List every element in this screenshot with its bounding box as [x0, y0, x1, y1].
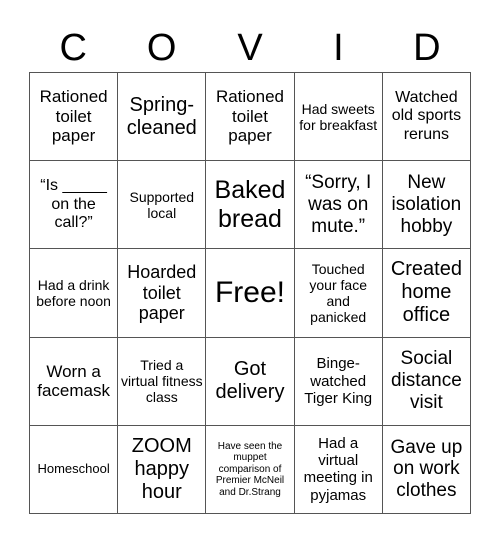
bingo-cell-text: Rationed toilet paper [39, 87, 108, 146]
bingo-cell[interactable]: Watched old sports reruns [382, 73, 471, 162]
bingo-cell-text: Homeschool [37, 460, 110, 476]
bingo-cell-text: Created home office [390, 258, 462, 327]
header-letter-i: I [333, 27, 344, 69]
bingo-cell[interactable]: Tried a virtual fitness class [118, 337, 207, 426]
bingo-cell[interactable]: “Sorry, I was on mute.” [294, 161, 383, 250]
bingo-cell[interactable]: Have seen the muppet comparison of Premi… [206, 425, 295, 514]
bingo-cell-text: Worn a facemask [37, 361, 110, 401]
bingo-cell-text: Free! [214, 275, 285, 309]
bingo-cell-text: Watched old sports reruns [391, 89, 462, 143]
bingo-cell[interactable]: Social distance visit [382, 337, 471, 426]
bingo-cell[interactable]: Created home office [382, 249, 471, 338]
bingo-cell-text: “Is _____ on the call?” [40, 177, 107, 231]
bingo-cell[interactable]: Rationed toilet paper [30, 73, 119, 162]
header-letter-v: V [237, 27, 263, 69]
bingo-grid: Rationed toilet paper Spring- cleaned Rati… [29, 72, 471, 514]
bingo-cell-text: Hoarded toilet paper [127, 261, 197, 324]
bingo-cell[interactable]: Binge- watched Tiger King [294, 337, 383, 426]
bingo-cell[interactable]: Spring- cleaned [118, 73, 207, 162]
bingo-cell-text: Baked bread [214, 176, 286, 233]
bingo-cell[interactable]: Homeschool [30, 425, 119, 514]
bingo-cell-free[interactable]: Free! [206, 249, 295, 338]
bingo-cell[interactable]: Rationed toilet paper [206, 73, 295, 162]
bingo-cell[interactable]: New isolation hobby [382, 161, 471, 250]
bingo-cell-text: Have seen the muppet comparison of Premi… [215, 440, 285, 498]
bingo-cell-text: Tried a virtual fitness class [120, 357, 203, 406]
bingo-cell-text: Had a virtual meeting in pyjamas [303, 434, 373, 504]
bingo-cell[interactable]: Touched your face and panicked [294, 249, 383, 338]
header-letter-o: O [146, 27, 177, 69]
bingo-cell[interactable]: Got delivery [206, 337, 295, 426]
bingo-cell-text: Touched your face and panicked [309, 260, 367, 326]
bingo-cell-text: Gave up on work clothes [390, 436, 463, 502]
bingo-header: C O V I D [29, 24, 471, 72]
bingo-cell-text: Had a drink before noon [36, 276, 111, 309]
bingo-cell[interactable]: Baked bread [206, 161, 295, 250]
bingo-cell[interactable]: “Is _____ on the call?” [30, 161, 119, 250]
bingo-cell[interactable]: Had sweets for breakfast [294, 73, 383, 162]
bingo-cell[interactable]: Had a virtual meeting in pyjamas [294, 425, 383, 514]
bingo-cell[interactable]: Hoarded toilet paper [118, 249, 207, 338]
bingo-cell-text: Spring- cleaned [126, 93, 197, 139]
bingo-cell[interactable]: Had a drink before noon [30, 249, 119, 338]
bingo-cell-text: Social distance visit [391, 348, 462, 414]
bingo-cell-text: “Sorry, I was on mute.” [305, 172, 372, 237]
bingo-cell[interactable]: Gave up on work clothes [382, 425, 471, 514]
bingo-cell-text: Supported local [129, 188, 195, 221]
header-letter-c: C [59, 27, 87, 69]
bingo-cell-text: Binge- watched Tiger King [304, 355, 373, 407]
bingo-cell[interactable]: ZOOM happy hour [118, 425, 207, 514]
bingo-cell[interactable]: Supported local [118, 161, 207, 250]
bingo-cell-text: Had sweets for breakfast [299, 100, 378, 133]
bingo-cell[interactable]: Worn a facemask [30, 337, 119, 426]
header-letter-d: D [413, 27, 441, 69]
bingo-cell-text: ZOOM happy hour [131, 434, 192, 503]
bingo-cell-text: Got delivery [215, 358, 285, 404]
bingo-cell-text: New isolation hobby [391, 172, 462, 237]
bingo-cell-text: Rationed toilet paper [215, 87, 285, 146]
